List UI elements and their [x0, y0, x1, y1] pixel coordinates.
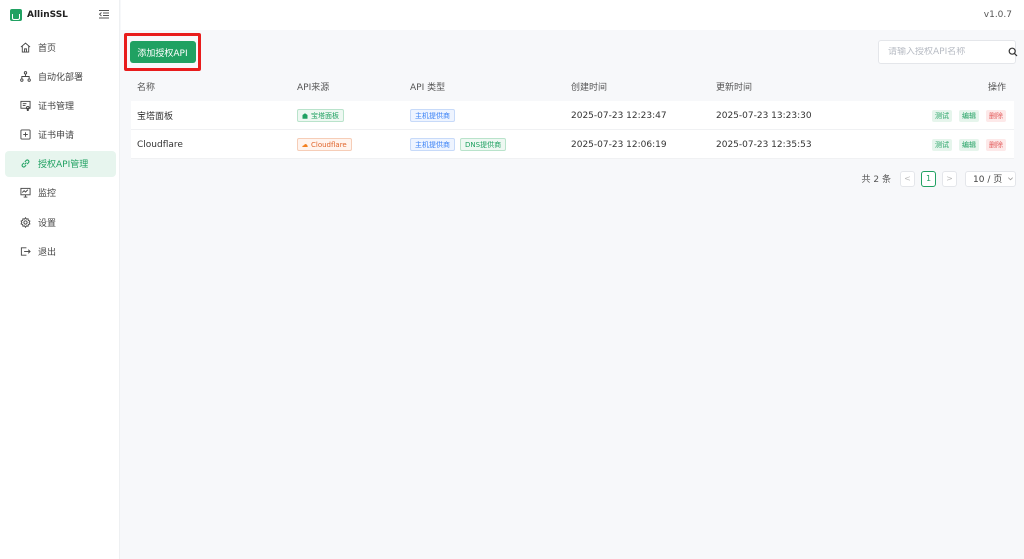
delete-button[interactable]: 删除 — [986, 138, 1006, 151]
column-header: 更新时间 — [716, 83, 753, 93]
source-tag: Cloudflare — [297, 138, 352, 151]
source-tag-label: Cloudflare — [311, 140, 347, 149]
sidebar-item-auto-deploy[interactable]: 自动化部署 — [5, 63, 116, 89]
sidebar-item-label: 授权API管理 — [38, 160, 89, 171]
api-table: 名称 API来源 API 类型 创建时间 更新时间 操作 宝塔面板 宝塔面板 主… — [131, 72, 1014, 159]
next-page-button[interactable]: > — [942, 170, 957, 187]
source-tag-label: 宝塔面板 — [311, 111, 339, 120]
delete-button[interactable]: 删除 — [986, 109, 1006, 122]
table-row: 宝塔面板 宝塔面板 主机提供商 2025-07-23 12:23:47 2025… — [131, 101, 1014, 130]
sidebar: AllinSSL 首页 自动化部署 证书管理 证书申请 授权API管理 监控 设… — [0, 0, 120, 559]
sidebar-item-auth-api[interactable]: 授权API管理 — [5, 150, 116, 177]
column-header: 名称 — [137, 83, 156, 93]
page-number-button[interactable]: 1 — [921, 170, 936, 187]
api-name: 宝塔面板 — [137, 112, 174, 122]
page-size-value: 10 / 页 — [973, 175, 1003, 185]
column-header: API 类型 — [410, 83, 446, 93]
collapse-menu-icon[interactable] — [98, 9, 109, 19]
sidebar-item-label: 自动化部署 — [38, 72, 84, 83]
source-tag: 宝塔面板 — [297, 109, 344, 122]
sidebar-item-home[interactable]: 首页 — [5, 34, 116, 60]
column-header: 创建时间 — [571, 83, 608, 93]
sidebar-item-logout[interactable]: 退出 — [5, 238, 116, 264]
row-actions: 测试 编辑 删除 — [925, 130, 1006, 159]
logout-icon — [20, 246, 31, 257]
api-type-cell: 主机提供商 — [410, 101, 460, 130]
brand: AllinSSL — [10, 8, 68, 22]
main-content: 添加授权API 名称 API来源 API 类型 创建时间 更新时间 操作 宝塔面… — [121, 30, 1024, 559]
edit-button[interactable]: 编辑 — [959, 138, 979, 151]
gear-icon — [20, 216, 31, 228]
link-icon — [20, 158, 31, 169]
column-header: API来源 — [297, 83, 330, 93]
sidebar-item-cert-apply[interactable]: 证书申请 — [5, 122, 116, 148]
sidebar-item-label: 证书管理 — [38, 101, 75, 112]
sidebar-item-settings[interactable]: 设置 — [5, 209, 116, 235]
type-tag: DNS提供商 — [460, 138, 507, 151]
sidebar-item-label: 证书申请 — [38, 131, 75, 142]
monitor-icon — [20, 187, 31, 198]
search-box — [878, 40, 1018, 64]
created-time: 2025-07-23 12:23:47 — [571, 110, 667, 121]
pagination: 共 2 条 < 1 > 10 / 页 — [862, 170, 1016, 187]
table-header: 名称 API来源 API 类型 创建时间 更新时间 操作 — [131, 72, 1014, 101]
home-icon — [20, 41, 31, 53]
column-header: 操作 — [987, 83, 1006, 93]
updated-time: 2025-07-23 13:23:30 — [716, 110, 812, 121]
sidebar-item-cert-manage[interactable]: 证书管理 — [5, 92, 116, 118]
type-tag: 主机提供商 — [410, 138, 455, 151]
add-box-icon — [20, 129, 31, 140]
page-size-select[interactable]: 10 / 页 — [965, 170, 1016, 187]
type-tag: 主机提供商 — [410, 109, 455, 122]
sidebar-item-label: 监控 — [38, 189, 57, 200]
api-source-cell: Cloudflare — [297, 130, 357, 159]
cloudflare-logo-icon — [302, 142, 308, 148]
search-icon[interactable] — [1008, 47, 1018, 57]
table-row: Cloudflare Cloudflare 主机提供商 DNS提供商 2025-… — [131, 130, 1014, 159]
sidebar-item-label: 设置 — [38, 218, 57, 229]
chevron-down-icon — [1007, 175, 1014, 182]
workflow-icon — [20, 70, 31, 82]
api-name: Cloudflare — [137, 139, 183, 150]
certificate-icon — [20, 100, 31, 111]
row-actions: 测试 编辑 删除 — [925, 101, 1006, 130]
highlight-box: 添加授权API — [124, 33, 201, 71]
sidebar-nav: 首页 自动化部署 证书管理 证书申请 授权API管理 监控 设置 退出 — [5, 34, 116, 268]
top-bar: v1.0.7 — [121, 0, 1024, 30]
created-time: 2025-07-23 12:06:19 — [571, 139, 667, 150]
updated-time: 2025-07-23 12:35:53 — [716, 139, 812, 150]
app-name: AllinSSL — [27, 10, 68, 20]
prev-page-button[interactable]: < — [900, 170, 915, 187]
sidebar-item-label: 首页 — [38, 43, 57, 54]
baota-logo-icon — [302, 112, 308, 119]
sidebar-item-monitor[interactable]: 监控 — [5, 180, 116, 206]
test-button[interactable]: 测试 — [932, 109, 952, 122]
add-auth-api-button[interactable]: 添加授权API — [129, 41, 196, 63]
sidebar-item-label: 退出 — [38, 247, 57, 258]
api-type-cell: 主机提供商 DNS提供商 — [410, 130, 511, 159]
total-count: 共 2 条 — [861, 175, 891, 185]
api-source-cell: 宝塔面板 — [297, 101, 349, 130]
edit-button[interactable]: 编辑 — [959, 109, 979, 122]
search-input[interactable] — [879, 47, 1008, 57]
version-label: v1.0.7 — [983, 10, 1012, 20]
app-logo-icon — [10, 9, 22, 21]
test-button[interactable]: 测试 — [932, 138, 952, 151]
